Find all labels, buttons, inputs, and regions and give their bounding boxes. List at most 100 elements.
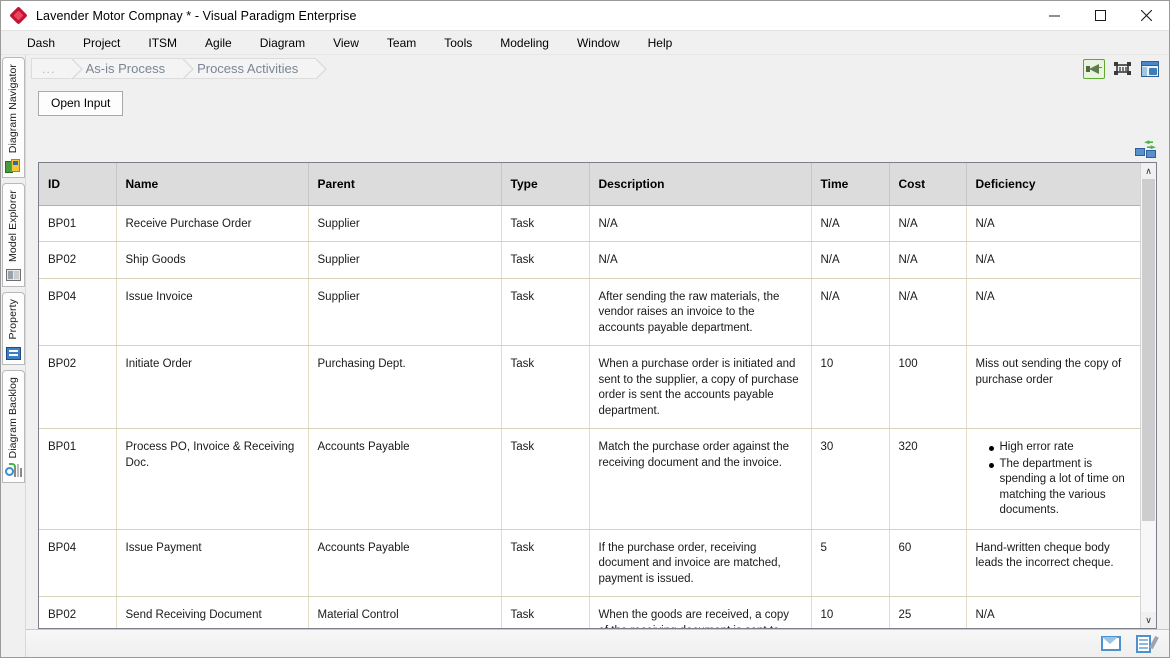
sidebar-item-diagram-navigator[interactable]: Diagram Navigator <box>1 57 25 179</box>
table-header-row: ID Name Parent Type Description Time Cos… <box>39 163 1140 206</box>
cell-time: 5 <box>811 529 890 598</box>
sidebar-item-label: Diagram Navigator <box>7 64 19 154</box>
table-row[interactable]: BP02 Ship Goods Supplier Task N/A N/A N/… <box>39 241 1140 279</box>
cell-id: BP04 <box>39 529 117 598</box>
cell-type: Task <box>501 345 590 430</box>
cell-name: Issue Payment <box>116 529 309 598</box>
cell-time: 30 <box>811 428 890 530</box>
cell-name: Send Receiving Document <box>116 596 309 628</box>
cell-type: Task <box>501 529 590 598</box>
table-row[interactable]: BP04 Issue Payment Accounts Payable Task… <box>39 529 1140 598</box>
cell-name: Receive Purchase Order <box>116 205 309 243</box>
cell-parent: Accounts Payable <box>308 428 502 530</box>
frame-select-icon <box>1113 62 1131 75</box>
open-input-button[interactable]: Open Input <box>38 91 124 117</box>
column-header-type[interactable]: Type <box>501 163 590 206</box>
panel-window-button[interactable] <box>1139 59 1161 79</box>
cell-type: Task <box>501 205 590 243</box>
breadcrumb-item-as-is-process[interactable]: As-is Process <box>71 58 195 80</box>
scroll-up-button[interactable]: ∧ <box>1141 163 1156 180</box>
window-title: Lavender Motor Compnay * - Visual Paradi… <box>36 8 357 23</box>
cell-id: BP04 <box>39 278 117 347</box>
menu-item-dash[interactable]: Dash <box>13 33 69 53</box>
cell-type: Task <box>501 596 590 628</box>
cell-parent: Supplier <box>308 205 502 243</box>
menu-item-team[interactable]: Team <box>373 33 430 53</box>
cell-description: N/A <box>589 205 812 243</box>
menu-item-window[interactable]: Window <box>563 33 634 53</box>
menu-item-project[interactable]: Project <box>69 33 134 53</box>
cell-id: BP02 <box>39 596 117 628</box>
cell-cost: N/A <box>889 205 967 243</box>
sync-diagram-icon[interactable] <box>1135 140 1157 160</box>
menu-item-modeling[interactable]: Modeling <box>486 33 563 53</box>
cell-parent: Supplier <box>308 278 502 347</box>
table-row[interactable]: BP02 Send Receiving Document Material Co… <box>39 596 1140 628</box>
cell-deficiency: N/A <box>966 596 1140 628</box>
cell-deficiency: Hand-written cheque body leads the incor… <box>966 529 1140 598</box>
table-row[interactable]: BP02 Initiate Order Purchasing Dept. Tas… <box>39 345 1140 430</box>
property-icon <box>5 345 22 361</box>
minimize-button[interactable] <box>1031 1 1077 31</box>
cell-id: BP02 <box>39 345 117 430</box>
sidebar-item-model-explorer[interactable]: Model Explorer <box>1 183 25 288</box>
scroll-track[interactable] <box>1141 179 1156 612</box>
cell-name: Initiate Order <box>116 345 309 430</box>
column-header-id[interactable]: ID <box>39 163 117 206</box>
cell-deficiency: N/A <box>966 241 1140 279</box>
menu-item-view[interactable]: View <box>319 33 373 53</box>
scroll-thumb[interactable] <box>1142 179 1155 522</box>
breadcrumb-item-process-activities[interactable]: Process Activities <box>183 58 328 80</box>
column-header-deficiency[interactable]: Deficiency <box>966 163 1140 206</box>
status-bar <box>26 629 1169 657</box>
column-header-cost[interactable]: Cost <box>889 163 967 206</box>
menu-item-agile[interactable]: Agile <box>191 33 246 53</box>
menu-item-help[interactable]: Help <box>634 33 687 53</box>
process-activities-table: ID Name Parent Type Description Time Cos… <box>39 163 1140 628</box>
column-header-parent[interactable]: Parent <box>308 163 502 206</box>
cell-cost: 100 <box>889 345 967 430</box>
model-explorer-icon <box>5 267 22 283</box>
cell-description: Match the purchase order against the rec… <box>589 428 812 530</box>
application-window: Lavender Motor Compnay * - Visual Paradi… <box>0 0 1170 658</box>
maximize-button[interactable] <box>1077 1 1123 31</box>
close-button[interactable] <box>1123 1 1169 31</box>
sidebar-item-property[interactable]: Property <box>1 292 25 365</box>
column-header-time[interactable]: Time <box>811 163 890 206</box>
window-controls <box>1031 1 1169 31</box>
breadcrumb: ... As-is Process Process Activities <box>31 58 328 80</box>
frame-select-button[interactable] <box>1111 59 1133 79</box>
table-body: BP01 Receive Purchase Order Supplier Tas… <box>39 205 1140 628</box>
app-logo-icon <box>9 5 29 26</box>
cell-id: BP01 <box>39 428 117 530</box>
table-vertical-scrollbar[interactable]: ∧ ∨ <box>1140 163 1156 628</box>
cell-parent: Accounts Payable <box>308 529 502 598</box>
cell-parent: Supplier <box>308 241 502 279</box>
deficiency-bullet-list: High error rate The department is spendi… <box>976 440 1132 519</box>
menu-item-diagram[interactable]: Diagram <box>246 33 319 53</box>
table-row[interactable]: BP01 Process PO, Invoice & Receiving Doc… <box>39 428 1140 530</box>
diagram-navigator-icon <box>4 158 22 174</box>
cell-parent: Purchasing Dept. <box>308 345 502 430</box>
sidebar-item-diagram-backlog[interactable]: Diagram Backlog <box>1 369 25 484</box>
cell-cost: 320 <box>889 428 967 530</box>
document-edit-icon[interactable] <box>1135 634 1159 653</box>
cell-type: Task <box>501 241 590 279</box>
menu-item-itsm[interactable]: ITSM <box>134 33 191 53</box>
table-row[interactable]: BP04 Issue Invoice Supplier Task After s… <box>39 278 1140 347</box>
scroll-down-button[interactable]: ∨ <box>1141 612 1156 628</box>
mail-icon[interactable] <box>1101 635 1121 653</box>
column-header-name[interactable]: Name <box>116 163 309 206</box>
cell-type: Task <box>501 278 590 347</box>
process-activities-table-container: ID Name Parent Type Description Time Cos… <box>38 162 1157 629</box>
table-row[interactable]: BP01 Receive Purchase Order Supplier Tas… <box>39 205 1140 243</box>
breadcrumb-item-ellipsis[interactable]: ... <box>31 58 83 80</box>
megaphone-button[interactable] <box>1083 58 1105 79</box>
sidebar-item-label: Diagram Backlog <box>7 376 19 459</box>
menu-item-tools[interactable]: Tools <box>430 33 486 53</box>
column-header-description[interactable]: Description <box>589 163 812 206</box>
sync-row <box>26 126 1169 162</box>
cell-time: N/A <box>811 241 890 279</box>
cell-deficiency: N/A <box>966 278 1140 347</box>
cell-id: BP01 <box>39 205 117 243</box>
